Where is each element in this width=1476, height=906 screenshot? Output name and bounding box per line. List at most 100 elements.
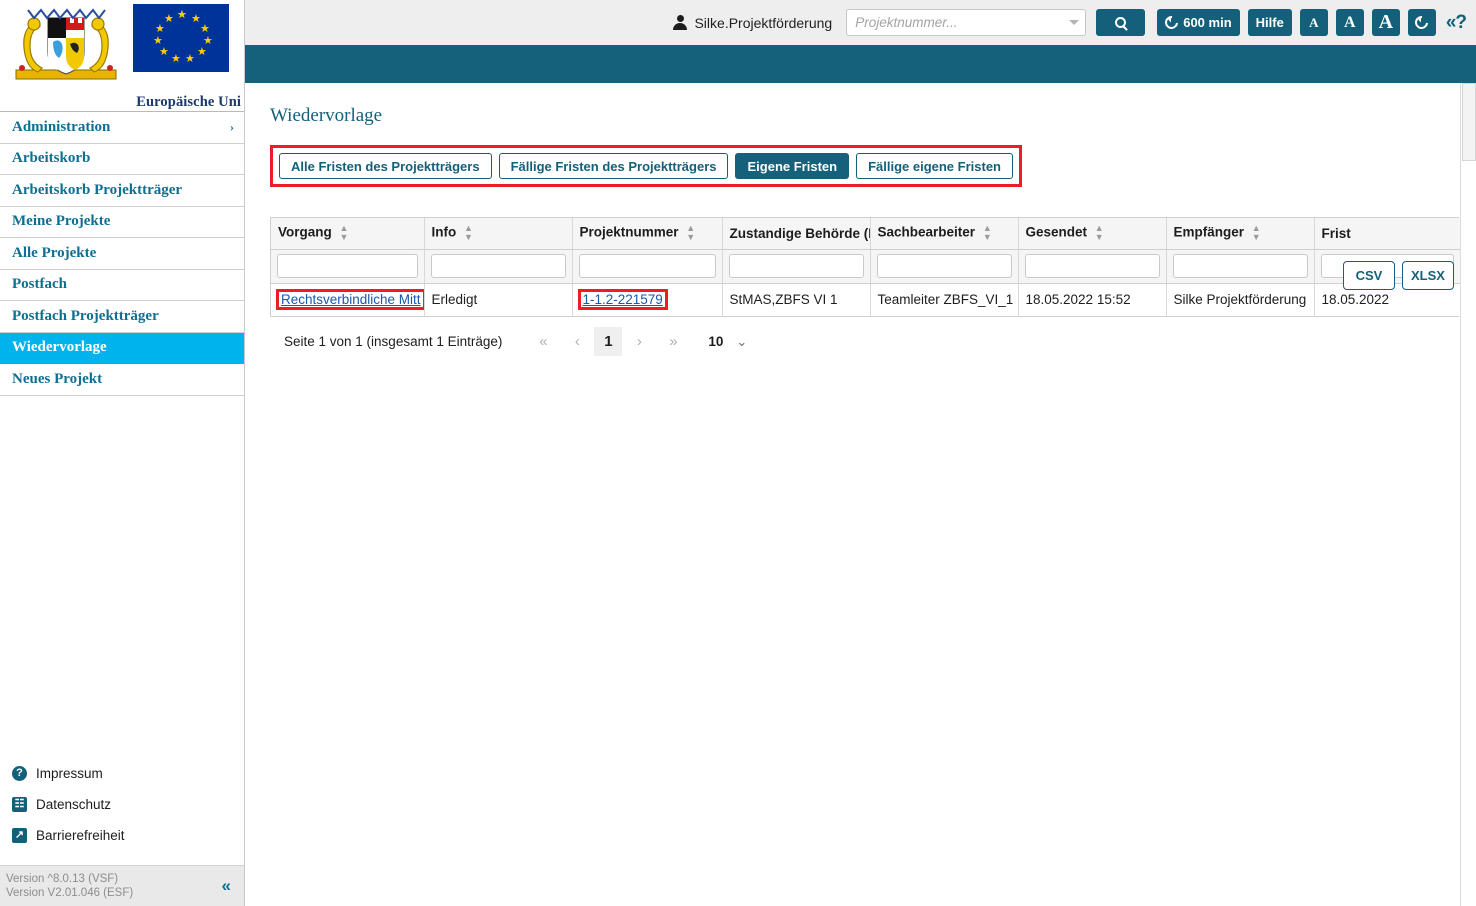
refresh-icon bbox=[1412, 13, 1431, 32]
tab-alle-fristen-des-projekttraegers[interactable]: Alle Fristen des Projektträgers bbox=[279, 153, 492, 179]
tab-group: Alle Fristen des Projektträgers Fällige … bbox=[279, 153, 1013, 179]
tab-eigene-fristen[interactable]: Eigene Fristen bbox=[735, 153, 850, 179]
export-csv-button[interactable]: CSV bbox=[1343, 261, 1395, 290]
filter-input-behoerde[interactable] bbox=[728, 254, 864, 278]
pagination-last-button[interactable]: » bbox=[656, 327, 690, 356]
sort-icon[interactable]: ▲ ▼ bbox=[983, 224, 992, 242]
version-line-1: Version ^8.0.13 (VSF) bbox=[6, 873, 119, 885]
sidebar-item-label: Arbeitskorb Projektträger bbox=[12, 181, 183, 198]
cell-behoerde: StMAS,ZBFS VI 1 bbox=[722, 283, 871, 316]
filter-input-gesendet[interactable] bbox=[1024, 254, 1160, 278]
column-label: Gesendet bbox=[1025, 224, 1088, 240]
sidebar-item-administration[interactable]: Administration › bbox=[0, 112, 244, 144]
filter-input-info[interactable] bbox=[430, 254, 566, 278]
sidebar-item-alle-projekte[interactable]: Alle Projekte bbox=[0, 238, 244, 270]
column-label: Sachbearbeiter bbox=[877, 224, 976, 240]
font-size-large-button[interactable]: A bbox=[1371, 9, 1400, 36]
table-row: Rechtsverbindliche Mitt Erledigt 1-1.2-2… bbox=[271, 283, 1460, 316]
sidebar-footer-links: ? Impressum ☷ Datenschutz ↗ Barrierefrei… bbox=[0, 758, 244, 865]
sidebar-item-label: Meine Projekte bbox=[12, 213, 111, 230]
filter-input-empfaenger[interactable] bbox=[1172, 254, 1308, 278]
logo-area: ★ ★ ★ ★ ★ ★ ★ ★ ★ ★ ★ ★ bbox=[0, 0, 244, 92]
sort-icon[interactable]: ▲ ▼ bbox=[340, 224, 349, 242]
tab-faellige-fristen-des-projekttraegers[interactable]: Fällige Fristen des Projektträgers bbox=[498, 153, 729, 179]
sidebar-item-neues-projekt[interactable]: Neues Projekt bbox=[0, 364, 244, 396]
column-header-projektnummer[interactable]: Projektnummer ▲ ▼ bbox=[572, 218, 723, 250]
font-size-medium-label: A bbox=[1344, 13, 1356, 31]
cell-sachbearbeiter: Teamleiter ZBFS_VI_1 bbox=[870, 283, 1019, 316]
font-size-small-label: A bbox=[1309, 14, 1319, 30]
sort-icon[interactable]: ▲ ▼ bbox=[1252, 224, 1261, 242]
scrollbar-thumb[interactable] bbox=[1462, 83, 1476, 161]
sort-icon[interactable]: ▲ ▼ bbox=[464, 224, 473, 242]
font-size-small-button[interactable]: A bbox=[1299, 9, 1328, 36]
sidebar-item-postfach[interactable]: Postfach bbox=[0, 270, 244, 301]
column-header-vorgang[interactable]: Vorgang ▲ ▼ bbox=[271, 218, 425, 250]
search-icon bbox=[1115, 17, 1127, 28]
column-header-sachbearbeiter[interactable]: Sachbearbeiter ▲ ▼ bbox=[870, 218, 1019, 250]
vorgang-link[interactable]: Rechtsverbindliche Mitt bbox=[281, 292, 421, 307]
pagination-prev-button[interactable]: ‹ bbox=[560, 327, 594, 356]
pagination-next-button[interactable]: › bbox=[622, 327, 656, 356]
tab-label: Eigene Fristen bbox=[747, 158, 838, 174]
pagination: Seite 1 von 1 (insgesamt 1 Einträge) « ‹… bbox=[270, 327, 1454, 356]
pagination-page-1[interactable]: 1 bbox=[594, 327, 623, 356]
footer-link-datenschutz[interactable]: ☷ Datenschutz bbox=[12, 789, 244, 820]
sidebar-item-arbeitskorb[interactable]: Arbeitskorb bbox=[0, 144, 244, 175]
cell-info: Erledigt bbox=[424, 283, 573, 316]
help-button[interactable]: Hilfe bbox=[1247, 9, 1292, 36]
footer-link-label: Barrierefreiheit bbox=[36, 828, 125, 843]
column-label: Empfänger bbox=[1173, 224, 1245, 240]
eu-flag-icon: ★ ★ ★ ★ ★ ★ ★ ★ ★ ★ ★ ★ bbox=[133, 4, 229, 72]
search-button[interactable] bbox=[1096, 9, 1146, 36]
cell-vorgang: Rechtsverbindliche Mitt bbox=[271, 283, 425, 316]
sidebar-item-label: Neues Projekt bbox=[12, 370, 103, 387]
sidebar: ★ ★ ★ ★ ★ ★ ★ ★ ★ ★ ★ ★ Europäische Uni … bbox=[0, 0, 245, 906]
sort-icon[interactable]: ▲ ▼ bbox=[686, 224, 695, 242]
table-filter-row bbox=[271, 249, 1460, 284]
sidebar-nav: Administration › Arbeitskorb Arbeitskorb… bbox=[0, 111, 244, 396]
sidebar-item-meine-projekte[interactable]: Meine Projekte bbox=[0, 207, 244, 238]
session-timer-button[interactable]: 600 min bbox=[1157, 9, 1240, 36]
application-window: ★ ★ ★ ★ ★ ★ ★ ★ ★ ★ ★ ★ Europäische Uni … bbox=[0, 0, 1476, 906]
column-header-gesendet[interactable]: Gesendet ▲ ▼ bbox=[1018, 218, 1167, 250]
sort-icon[interactable]: ▲ ▼ bbox=[1095, 224, 1104, 242]
question-circle-icon: ? bbox=[12, 766, 27, 781]
search-input[interactable] bbox=[846, 9, 1087, 36]
tab-group-highlight: Alle Fristen des Projektträgers Fällige … bbox=[270, 145, 1022, 187]
filter-input-sachbearbeiter[interactable] bbox=[876, 254, 1012, 278]
pagination-first-button[interactable]: « bbox=[526, 327, 560, 356]
column-header-zustandige-behoerde[interactable]: Zustandige Behörde (F bbox=[722, 218, 871, 250]
sidebar-item-label: Alle Projekte bbox=[12, 244, 97, 261]
filter-input-projektnummer[interactable] bbox=[578, 254, 716, 278]
tab-label: Fällige eigene Fristen bbox=[868, 158, 1001, 174]
footer-link-label: Datenschutz bbox=[36, 797, 112, 812]
sidebar-item-arbeitskorb-projekttraeger[interactable]: Arbeitskorb Projektträger bbox=[0, 175, 244, 207]
vertical-scrollbar[interactable] bbox=[1460, 83, 1476, 906]
results-table-container: Vorgang ▲ ▼ Info ▲ ▼ Projektnummer ▲ ▼ Z… bbox=[270, 217, 1460, 317]
column-label: Projektnummer bbox=[579, 224, 679, 240]
column-header-empfaenger[interactable]: Empfänger ▲ ▼ bbox=[1166, 218, 1315, 250]
footer-link-barrierefreiheit[interactable]: ↗ Barrierefreiheit bbox=[12, 820, 244, 851]
filter-input-vorgang[interactable] bbox=[277, 254, 418, 278]
footer-link-impressum[interactable]: ? Impressum bbox=[12, 758, 244, 789]
export-xlsx-button[interactable]: XLSX bbox=[1402, 261, 1454, 290]
cell-empfaenger: Silke Projektförderung bbox=[1166, 283, 1315, 316]
tab-faellige-eigene-fristen[interactable]: Fällige eigene Fristen bbox=[856, 153, 1013, 179]
reload-button[interactable] bbox=[1407, 9, 1436, 36]
page-size-selector[interactable]: 10 ⌄ bbox=[708, 334, 747, 350]
filter-cell-info bbox=[424, 249, 573, 284]
help-question-icon[interactable]: «? bbox=[1444, 12, 1467, 34]
sidebar-item-wiedervorlage[interactable]: Wiedervorlage bbox=[0, 332, 244, 364]
collapse-chevron-icon[interactable]: « bbox=[222, 876, 232, 896]
filter-cell-gesendet bbox=[1018, 249, 1167, 284]
column-header-frist[interactable]: Frist bbox=[1314, 218, 1460, 250]
projektnummer-link[interactable]: 1-1.2-221579 bbox=[583, 292, 663, 307]
tab-label: Alle Fristen des Projektträgers bbox=[291, 158, 480, 174]
external-link-icon: ↗ bbox=[12, 828, 27, 843]
sidebar-item-postfach-projekttraeger[interactable]: Postfach Projektträger bbox=[0, 301, 244, 333]
filter-cell-behoerde bbox=[722, 249, 871, 284]
column-header-info[interactable]: Info ▲ ▼ bbox=[424, 218, 573, 250]
font-size-medium-button[interactable]: A bbox=[1335, 9, 1364, 36]
page-content: Wiedervorlage Alle Fristen des Projekttr… bbox=[245, 83, 1476, 356]
